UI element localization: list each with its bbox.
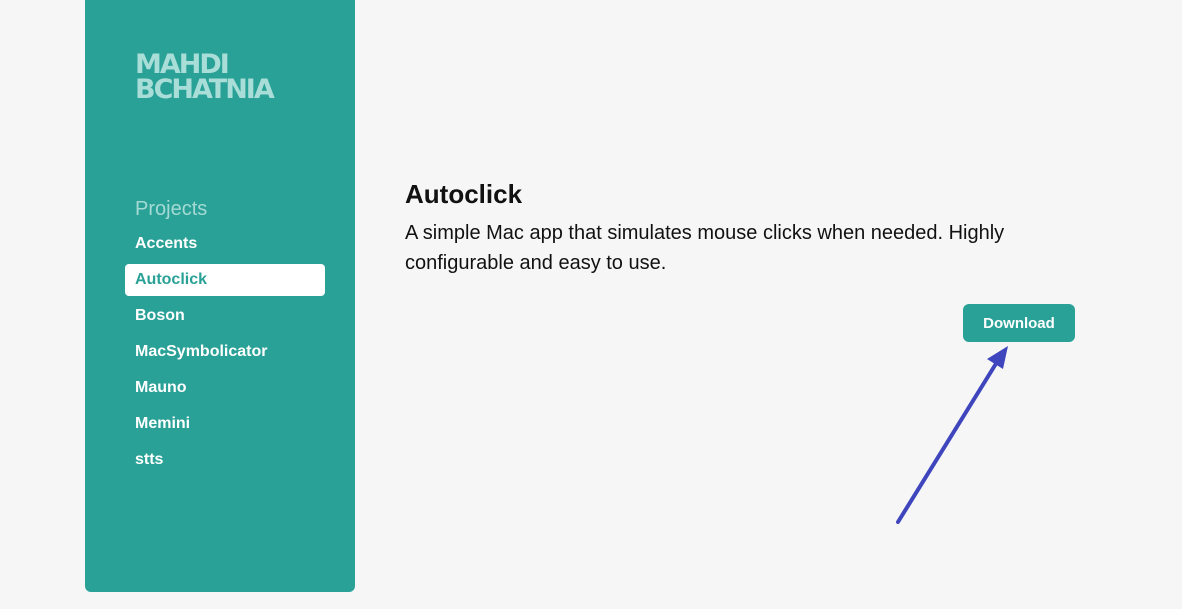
projects-heading: Projects (135, 198, 208, 220)
download-button[interactable]: Download (963, 304, 1075, 342)
project-nav: Accents Autoclick Boson MacSymbolicator … (125, 228, 325, 480)
sidebar-item-stts[interactable]: stts (125, 444, 325, 476)
project-detail: Autoclick A simple Mac app that simulate… (405, 178, 1075, 278)
sidebar-item-accents[interactable]: Accents (125, 228, 325, 260)
sidebar-item-boson[interactable]: Boson (125, 300, 325, 332)
sidebar: MAHDI BCHATNIA Projects Accents Autoclic… (85, 0, 355, 592)
site-logo[interactable]: MAHDI BCHATNIA (135, 51, 305, 103)
project-description: A simple Mac app that simulates mouse cl… (405, 222, 1005, 274)
sidebar-item-mauno[interactable]: Mauno (125, 372, 325, 404)
page: MAHDI BCHATNIA Projects Accents Autoclic… (0, 0, 1182, 609)
project-title: Autoclick (405, 179, 523, 209)
sidebar-item-macsymbolicator[interactable]: MacSymbolicator (125, 336, 325, 368)
sidebar-item-autoclick[interactable]: Autoclick (125, 264, 325, 296)
sidebar-item-memini[interactable]: Memini (125, 408, 325, 440)
